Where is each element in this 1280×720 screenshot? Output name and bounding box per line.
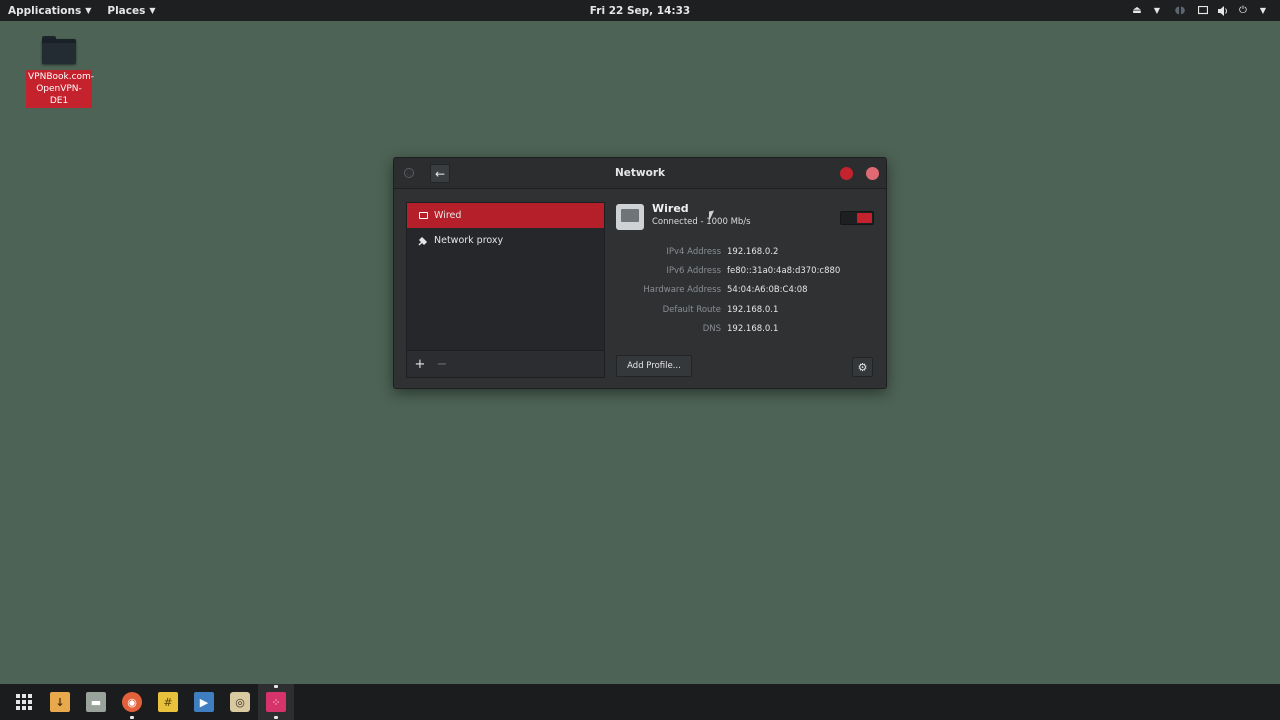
- dock-item-downloads[interactable]: ↓: [42, 684, 78, 720]
- chevron-down-icon[interactable]: ▼: [1256, 4, 1270, 18]
- screen-icon[interactable]: [1196, 4, 1210, 18]
- show-applications-button[interactable]: [6, 684, 42, 720]
- info-key: DNS: [702, 324, 721, 335]
- places-menu-label: Places: [107, 4, 146, 17]
- info-value: 192.168.0.1: [727, 324, 779, 335]
- info-row: Hardware Address 54:04:A6:0B:C4:08: [616, 281, 878, 300]
- info-key: Hardware Address: [643, 285, 721, 296]
- info-row: Default Route 192.168.0.1: [616, 300, 878, 319]
- sidebar-toolbar: + −: [407, 350, 604, 377]
- download-icon: ↓: [50, 692, 70, 712]
- sidebar-item-network-proxy[interactable]: Network proxy: [407, 228, 604, 253]
- connection-toggle[interactable]: [840, 211, 874, 225]
- dock: ↓ ▬ ◉ # ▶ ◎ ⁘: [0, 684, 1280, 720]
- remove-connection-button[interactable]: −: [431, 353, 453, 375]
- info-key: IPv4 Address: [666, 246, 721, 257]
- running-indicator: [274, 716, 278, 719]
- connection-header: Wired Connected - 1000 Mb/s: [616, 202, 751, 230]
- clock-container: Fri 22 Sep, 14:33: [0, 5, 1280, 17]
- info-value: 54:04:A6:0B:C4:08: [727, 285, 808, 296]
- info-row: DNS 192.168.0.1: [616, 320, 878, 339]
- toggle-knob: [857, 213, 872, 223]
- files-icon: ▬: [86, 692, 106, 712]
- settings-app-icon: ⁘: [266, 692, 286, 712]
- running-indicator: [130, 716, 134, 719]
- places-menu[interactable]: Places ▼: [99, 0, 163, 21]
- wired-icon: [417, 212, 429, 219]
- speaker-icon: ◎: [230, 692, 250, 712]
- power-icon[interactable]: ⏻: [1236, 4, 1250, 18]
- info-value: fe80::31a0:4a8:d370:c880: [727, 266, 841, 277]
- mouse-cursor-icon: [709, 210, 714, 222]
- connection-title: Wired: [652, 202, 689, 215]
- chevron-down-icon: ▼: [149, 6, 156, 15]
- add-profile-button[interactable]: Add Profile...: [616, 355, 692, 377]
- folder-icon: [42, 34, 76, 64]
- settings-button[interactable]: ⚙: [852, 357, 873, 377]
- running-indicator: [274, 685, 278, 688]
- connection-status: Connected - 1000 Mb/s: [652, 217, 751, 227]
- info-row: IPv4 Address 192.168.0.2: [616, 242, 878, 261]
- video-player-icon: ▶: [194, 692, 214, 712]
- proxy-icon: [417, 236, 429, 246]
- connection-details: Wired Connected - 1000 Mb/s IPv4 Address…: [616, 202, 878, 378]
- window-titlebar[interactable]: ◌ ← Network: [394, 158, 886, 189]
- gear-icon: ⚙: [857, 360, 868, 374]
- dock-item-settings[interactable]: ⁘: [258, 684, 294, 720]
- sidebar-item-wired[interactable]: Wired: [407, 203, 604, 228]
- eject-icon[interactable]: ⏏: [1130, 4, 1144, 18]
- applications-menu-label: Applications: [8, 4, 82, 17]
- chevron-down-icon[interactable]: ▼: [1150, 4, 1164, 18]
- dock-item-notes[interactable]: #: [150, 684, 186, 720]
- chevron-down-icon: ▼: [85, 6, 92, 15]
- top-panel: Applications ▼ Places ▼ Fri 22 Sep, 14:3…: [0, 0, 1280, 21]
- volume-icon[interactable]: [1216, 4, 1230, 18]
- firefox-icon: ◉: [122, 692, 142, 712]
- dock-item-audio[interactable]: ◎: [222, 684, 258, 720]
- info-row: IPv6 Address fe80::31a0:4a8:d370:c880: [616, 261, 878, 280]
- sidebar-item-label: Network proxy: [434, 235, 504, 246]
- connection-list: Wired Network proxy + −: [406, 202, 605, 378]
- app-grid-icon: [16, 694, 32, 710]
- sidebar-item-label: Wired: [434, 210, 462, 221]
- connection-info: IPv4 Address 192.168.0.2 IPv6 Address fe…: [616, 242, 878, 339]
- dock-item-firefox[interactable]: ◉: [114, 684, 150, 720]
- ethernet-icon: [616, 204, 644, 230]
- dock-item-files[interactable]: ▬: [78, 684, 114, 720]
- minimize-button[interactable]: [840, 167, 853, 180]
- add-connection-button[interactable]: +: [409, 353, 431, 375]
- system-tray: ⏏ ▼ ◖◗ ⏻ ▼: [1130, 0, 1270, 21]
- info-value: 192.168.0.1: [727, 304, 779, 315]
- clock[interactable]: Fri 22 Sep, 14:33: [590, 5, 690, 17]
- info-value: 192.168.0.2: [727, 246, 779, 257]
- info-key: IPv6 Address: [666, 266, 721, 277]
- dock-item-video[interactable]: ▶: [186, 684, 222, 720]
- info-key: Default Route: [662, 304, 721, 315]
- applications-menu[interactable]: Applications ▼: [0, 0, 99, 21]
- desktop-folder[interactable]: VPNBook.com-OpenVPN-DE1: [26, 34, 95, 108]
- close-button[interactable]: [866, 167, 879, 180]
- desktop-folder-label: VPNBook.com-OpenVPN-DE1: [26, 70, 95, 108]
- window-title: Network: [614, 167, 665, 179]
- indicator-icon[interactable]: ◖◗: [1170, 4, 1190, 18]
- notes-icon: #: [158, 692, 178, 712]
- network-window: ◌ ← Network Wired Network proxy + − Wire…: [393, 157, 887, 389]
